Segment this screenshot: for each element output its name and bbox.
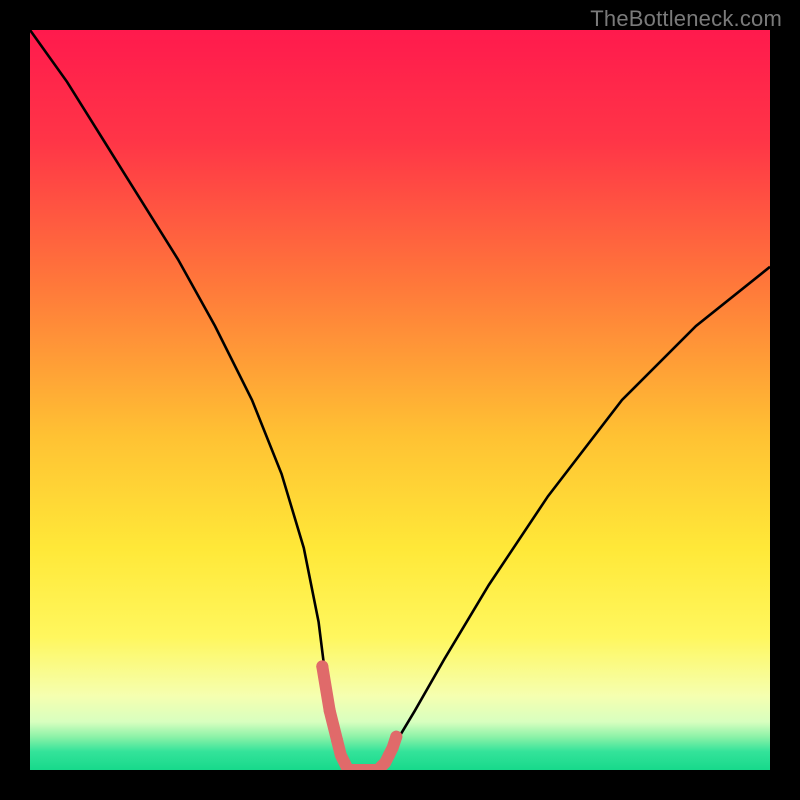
plot-area bbox=[30, 30, 770, 770]
curve-layer bbox=[30, 30, 770, 770]
watermark-text: TheBottleneck.com bbox=[590, 6, 782, 32]
bottleneck-curve bbox=[30, 30, 770, 770]
trough-dot bbox=[383, 749, 395, 761]
trough-dot bbox=[390, 731, 402, 743]
trough-dot bbox=[324, 705, 336, 717]
trough-dot bbox=[316, 660, 328, 672]
trough-dot bbox=[331, 734, 343, 746]
chart-frame: TheBottleneck.com bbox=[0, 0, 800, 800]
